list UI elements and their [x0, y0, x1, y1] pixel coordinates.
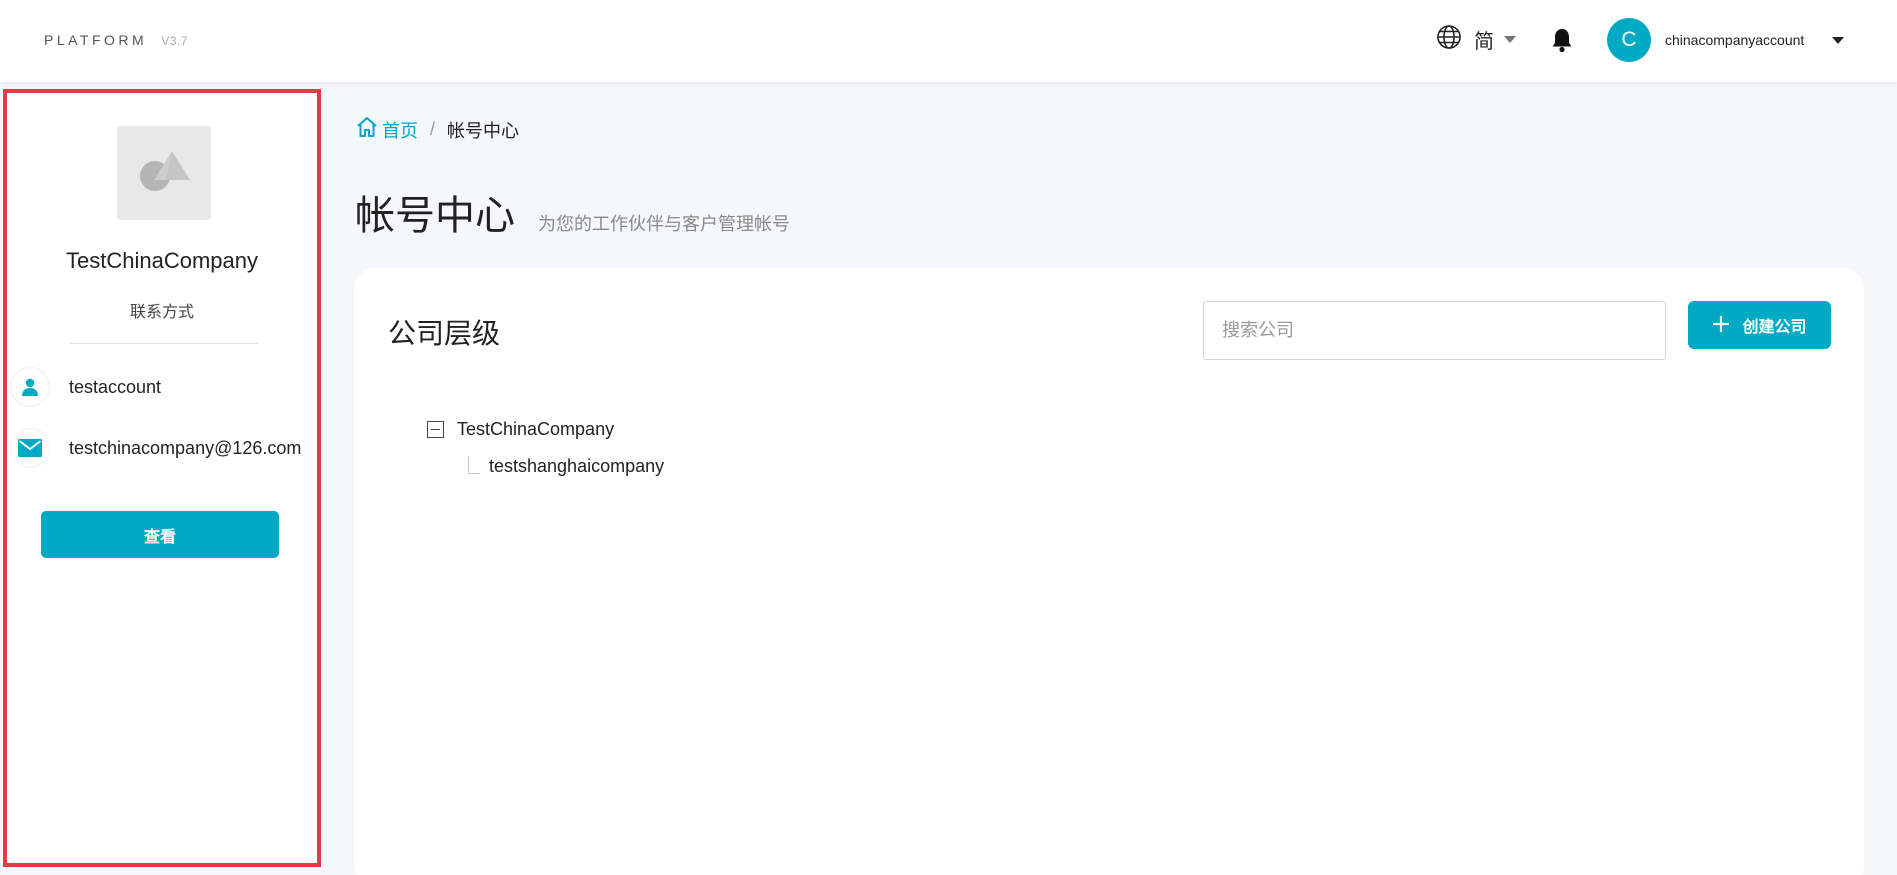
breadcrumb-separator: / — [430, 119, 436, 139]
chevron-down-icon — [1832, 36, 1845, 44]
company-logo — [117, 126, 211, 220]
contact-info-label: 联系方式 — [129, 304, 194, 321]
language-label: 简 — [1474, 31, 1494, 53]
create-company-button[interactable]: 创建公司 — [1688, 301, 1831, 349]
card-title: 公司层级 — [388, 318, 501, 349]
page-subtitle: 为您的工作伙伴与客户管理帐号 — [538, 214, 790, 234]
company-email: testchinacompany@126.com — [69, 437, 302, 458]
home-icon — [356, 116, 378, 143]
brand[interactable]: PLATFORM V3.7 — [44, 32, 188, 48]
brand-version: V3.7 — [161, 34, 188, 48]
breadcrumb-home-label: 首页 — [382, 120, 418, 141]
search-company-input[interactable] — [1203, 301, 1666, 360]
breadcrumb-current: 帐号中心 — [447, 120, 520, 141]
breadcrumb: 首页 / 帐号中心 — [356, 116, 519, 143]
shapes-icon — [136, 146, 192, 201]
top-header: PLATFORM V3.7 简 C chinacompanyaccount — [0, 0, 1897, 82]
create-company-label: 创建公司 — [1742, 319, 1807, 336]
language-switcher[interactable]: 简 — [1436, 24, 1516, 55]
globe-icon — [1436, 24, 1462, 55]
company-name: TestChinaCompany — [66, 248, 258, 273]
view-button[interactable]: 查看 — [41, 511, 279, 558]
tree-node-label: TestChinaCompany — [457, 419, 615, 439]
mail-icon — [11, 429, 49, 467]
tree-node-root[interactable]: TestChinaCompany — [427, 419, 614, 440]
collapse-icon[interactable] — [427, 421, 444, 438]
tree-node-child[interactable]: testshanghaicompany — [489, 456, 664, 477]
avatar: C — [1607, 18, 1651, 62]
chevron-down-icon — [1504, 36, 1516, 43]
email-row: testchinacompany@126.com — [11, 429, 325, 467]
plus-icon — [1712, 315, 1730, 336]
notifications-button[interactable] — [1550, 27, 1574, 58]
user-name: chinacompanyaccount — [1665, 32, 1805, 48]
bell-icon — [1550, 29, 1574, 57]
divider — [69, 343, 259, 344]
tree-connector — [468, 456, 480, 474]
company-info-panel: TestChinaCompany 联系方式 testaccount testch… — [3, 89, 321, 867]
page-title: 帐号中心 — [355, 194, 515, 238]
brand-name: PLATFORM — [44, 32, 148, 48]
tree-node-label: testshanghaicompany — [489, 456, 665, 476]
user-icon — [11, 368, 49, 406]
company-hierarchy-card: 公司层级 创建公司 — [354, 268, 1864, 875]
breadcrumb-home-link[interactable]: 首页 — [356, 116, 418, 143]
user-menu[interactable]: C chinacompanyaccount — [1607, 18, 1845, 62]
app-root: PLATFORM V3.7 简 C chinacompanyaccount Te… — [0, 0, 1897, 875]
account-row: testaccount — [11, 368, 325, 406]
account-name: testaccount — [69, 376, 162, 397]
